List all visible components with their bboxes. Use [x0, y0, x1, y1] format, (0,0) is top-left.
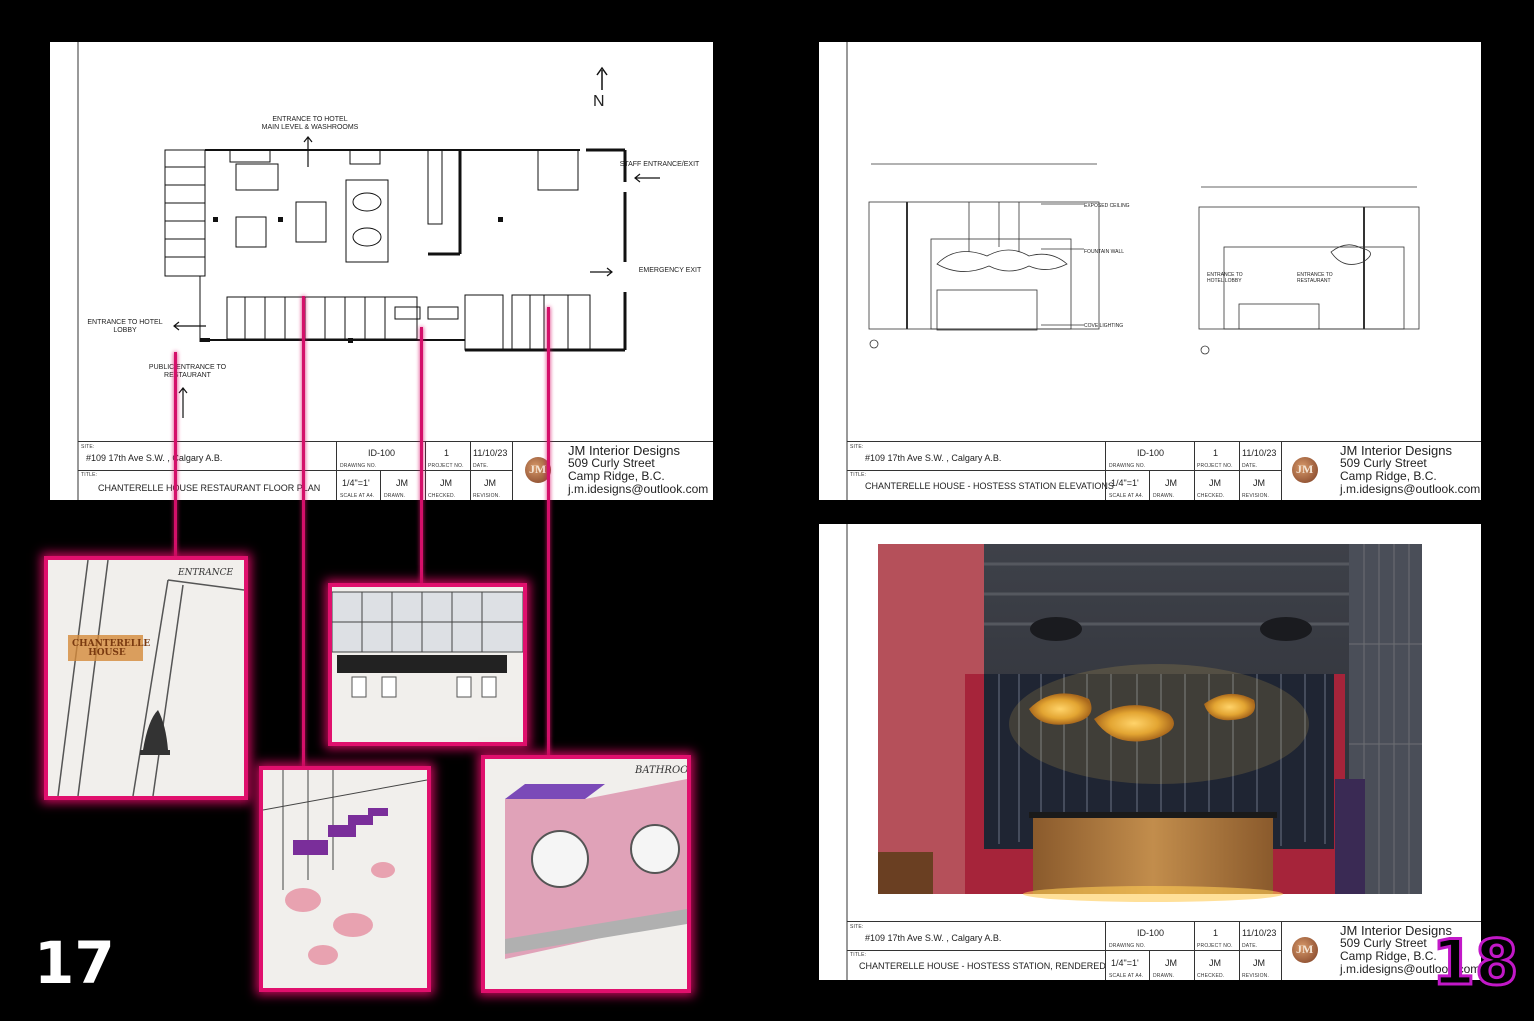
firm-logo: JM	[1292, 457, 1318, 483]
site-value: #109 17th Ave S.W. , Calgary A.B.	[86, 453, 223, 463]
label-staff-entrance: STAFF ENTRANCE/EXIT	[619, 161, 700, 168]
page-number-left: 17	[34, 929, 115, 997]
title-block: SITE: #109 17th Ave S.W. , Calgary A.B. …	[847, 921, 1481, 980]
floor-plan-sheet: N ENTRANCE TO HOTEL MAIN LEVEL & WASHROO…	[50, 42, 713, 500]
firm-info: JM Interior Designs 509 Curly Street Camp …	[1340, 443, 1481, 496]
label-public-entrance: PUBLIC ENTRANCE TO RESTAURANT	[148, 364, 227, 379]
connector-hallway	[420, 327, 423, 585]
sketch-entrance-title: ENTRANCE	[178, 568, 234, 578]
sketch-entrance: ENTRANCE CHANTERELLE HOUSE	[44, 556, 248, 800]
label-entrance-restaurant-elev: ENTRANCE TO RESTAURANT	[1297, 272, 1333, 284]
hostess-station-render	[846, 524, 1422, 980]
sketch-bathroom: BATHROOM	[481, 755, 691, 993]
north-label: N	[593, 93, 605, 110]
label-fountain-wall: FOUNTAIN WALL	[1084, 249, 1125, 255]
sketch-bathroom-title: BATHROOM	[635, 765, 689, 776]
connector-bathroom	[547, 307, 550, 757]
render-sheet: SITE: #109 17th Ave S.W. , Calgary A.B. …	[819, 524, 1481, 980]
firm-logo: JM	[1292, 937, 1318, 963]
floor-plan-drawing	[77, 42, 660, 500]
sketch-booths	[259, 766, 431, 992]
title-value: CHANTERELLE HOUSE RESTAURANT FLOOR PLAN	[98, 483, 321, 493]
label-emergency-exit: EMERGENCY EXIT	[638, 267, 702, 274]
page-number-right: 18	[1430, 926, 1519, 999]
title-block: SITE: #109 17th Ave S.W. , Calgary A.B. …	[847, 441, 1481, 500]
label-entrance-hotel-lobby: ENTRANCE TO HOTEL LOBBY	[87, 319, 163, 334]
sketch-entrance-sign: CHANTERELLE HOUSE	[72, 639, 151, 658]
firm-info: JM Interior Designs 509 Curly Street Camp …	[568, 443, 709, 496]
label-cove-lighting: COVE LIGHTING	[1084, 323, 1124, 329]
connector-entrance	[174, 352, 177, 559]
sketch-hallway	[328, 583, 527, 746]
connector-booth	[302, 296, 305, 768]
elevations-sheet: EXPOSED CEILING FOUNTAIN WALL COVE LIGHT…	[819, 42, 1481, 500]
elevations-drawing	[846, 42, 1420, 500]
label-entrance-hotel-main: ENTRANCE TO HOTEL MAIN LEVEL & WASHROOMS	[261, 116, 359, 131]
label-exposed-ceiling: EXPOSED CEILING	[1084, 203, 1130, 209]
label-entrance-hotel-lobby-elev: ENTRANCE TO HOTEL LOBBY	[1207, 272, 1243, 284]
